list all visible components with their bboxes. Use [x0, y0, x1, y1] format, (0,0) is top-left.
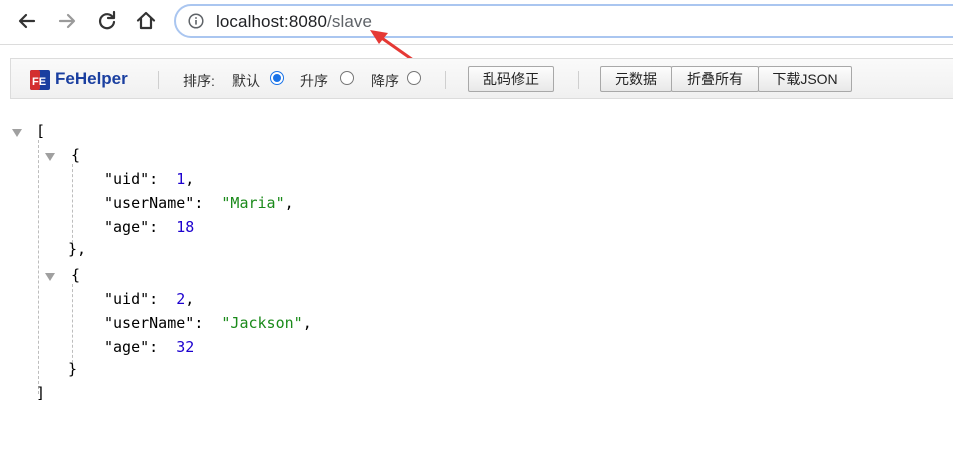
url-host: localhost:8080 [216, 12, 328, 31]
sort-asc-radio[interactable] [340, 71, 354, 85]
json-key: "age" [104, 218, 150, 236]
indent-guide [38, 140, 39, 394]
json-field-row: "uid": 2, [104, 290, 195, 308]
json-field-row: "userName": "Jackson", [104, 314, 312, 332]
json-value: 18 [176, 218, 195, 236]
forward-arrow-icon [58, 13, 76, 29]
back-arrow-icon [18, 13, 36, 29]
json-field-row: "userName": "Maria", [104, 194, 294, 212]
toolbar-divider [158, 71, 159, 89]
json-field-row: "age": 18 [104, 218, 195, 236]
collapse-all-button[interactable]: 折叠所有 [671, 66, 759, 92]
site-info-icon[interactable] [188, 13, 204, 29]
fehelper-toolbar: FE FeHelper 排序: 默认 升序 降序 乱码修正 元数据 折叠所有 下… [10, 58, 953, 99]
sort-desc-radio[interactable] [407, 71, 421, 85]
sort-asc-label[interactable]: 升序 [300, 71, 328, 91]
json-key: "age" [104, 338, 150, 356]
collapse-toggle-icon[interactable] [45, 153, 55, 161]
back-button[interactable] [14, 8, 40, 34]
browser-toolbar: localhost:8080/slave [0, 0, 953, 45]
reload-button[interactable] [94, 8, 120, 34]
json-key: "userName" [104, 194, 195, 212]
object-close-brace: } [68, 360, 78, 378]
json-key: "userName" [104, 314, 195, 332]
sort-desc-label[interactable]: 降序 [371, 71, 399, 91]
sort-default-radio[interactable] [270, 71, 284, 85]
collapse-toggle-icon[interactable] [12, 129, 22, 137]
array-close-bracket: ] [36, 384, 46, 402]
json-value: "Jackson" [221, 314, 303, 332]
object-close-brace: }, [68, 240, 87, 258]
reload-icon [98, 10, 116, 30]
download-json-button[interactable]: 下载JSON [758, 66, 852, 92]
sort-default-label[interactable]: 默认 [232, 71, 260, 91]
json-value: "Maria" [221, 194, 285, 212]
svg-text:FE: FE [32, 76, 46, 88]
metadata-button[interactable]: 元数据 [600, 66, 672, 92]
sort-label: 排序: [183, 73, 215, 89]
json-value: 1 [176, 170, 186, 188]
array-open-bracket: [ [36, 122, 46, 140]
json-value: 2 [176, 290, 186, 308]
toolbar-divider [578, 71, 579, 89]
object-open-brace: { [71, 146, 81, 164]
forward-button[interactable] [54, 8, 80, 34]
json-field-row: "uid": 1, [104, 170, 195, 188]
address-bar[interactable]: localhost:8080/slave [174, 4, 953, 38]
toolbar-divider [445, 71, 446, 89]
indent-guide [72, 284, 73, 368]
json-key: "uid" [104, 170, 150, 188]
json-key: "uid" [104, 290, 150, 308]
object-open-brace: { [71, 266, 81, 284]
fehelper-logo-icon: FE [30, 70, 50, 90]
collapse-toggle-icon[interactable] [45, 273, 55, 281]
json-field-row: "age": 32 [104, 338, 195, 356]
fix-encoding-button[interactable]: 乱码修正 [468, 66, 554, 92]
url-text: localhost:8080/slave [216, 12, 372, 32]
json-value: 32 [176, 338, 195, 356]
home-icon [136, 11, 156, 30]
indent-guide [72, 164, 73, 248]
home-button[interactable] [133, 8, 159, 34]
json-viewer: [ { "uid": 1, "userName": "Maria", "age"… [0, 118, 953, 468]
fehelper-brand: FeHelper [55, 69, 128, 88]
